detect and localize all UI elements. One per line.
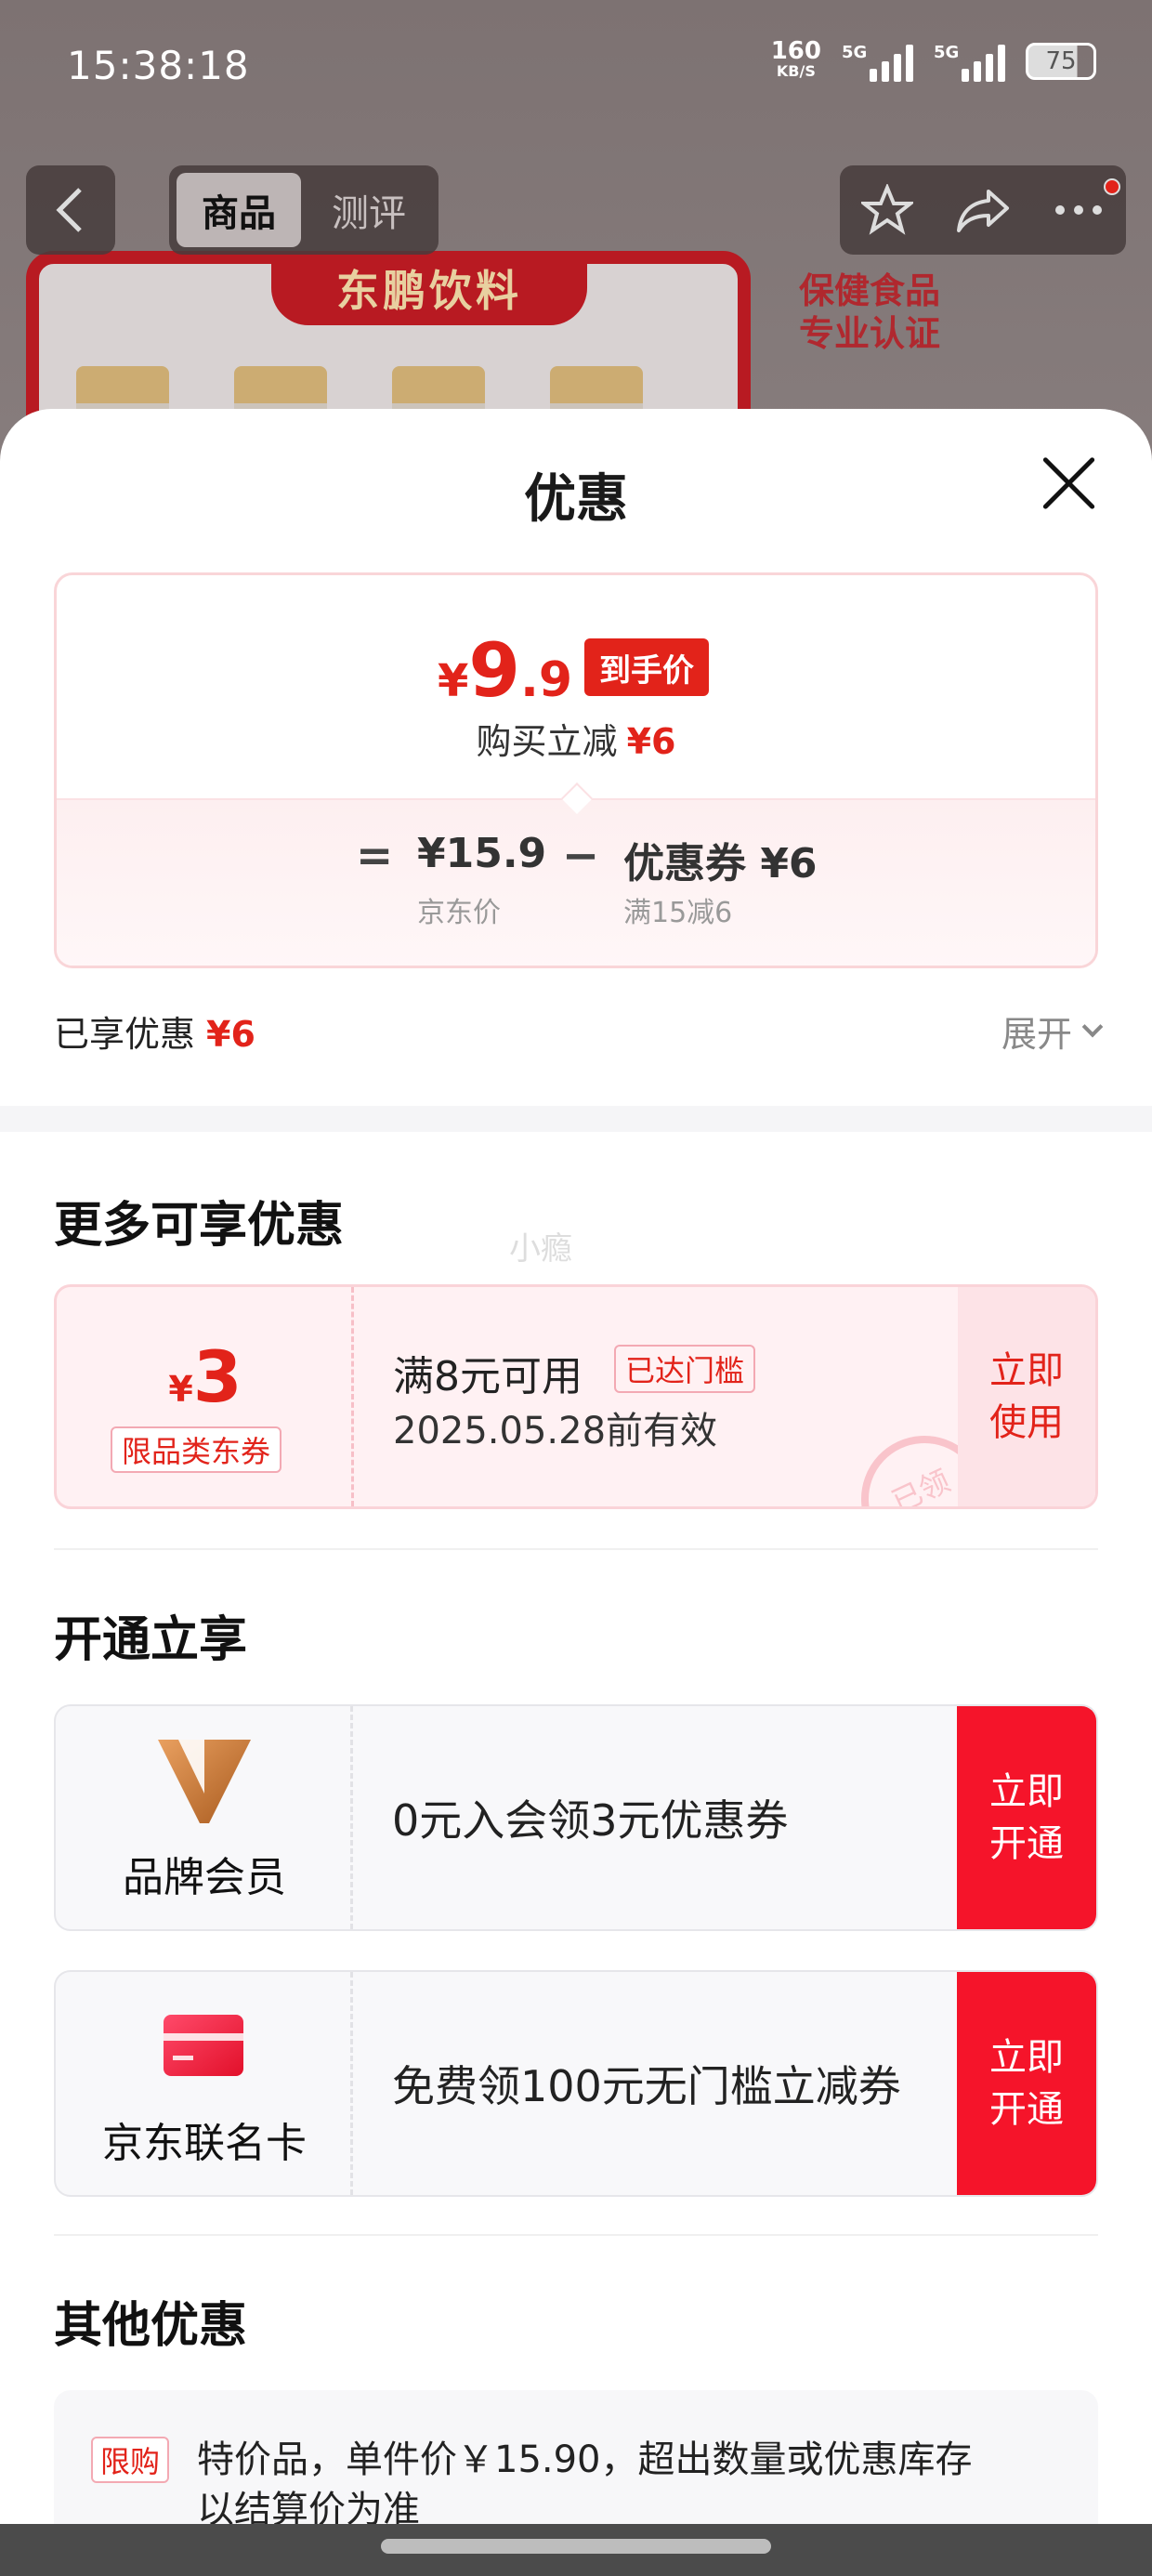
membership-title: 开通立享 — [54, 1612, 248, 1668]
brand-member-card: 品牌会员 0元入会领3元优惠券 立即 开通 — [54, 1704, 1098, 1931]
join-member-button[interactable]: 立即 开通 — [957, 1706, 1096, 1929]
threshold-badge: 已达门槛 — [614, 1345, 756, 1393]
battery-icon: 75 — [1026, 43, 1096, 80]
coupon-rule: 满15减6 — [623, 897, 733, 929]
divider — [54, 1548, 1098, 1550]
signal-icon: 5G — [842, 41, 913, 82]
product-toolbar — [840, 165, 1126, 255]
jd-price-label: 京东价 — [417, 897, 501, 929]
network-speed: 160 KB/S — [770, 37, 821, 80]
sheet-title: 优惠 — [524, 469, 628, 530]
banner-text: 专业认证 — [799, 313, 941, 354]
final-price-area: ¥ 9 .9 到手价 购买立减 ¥6 — [57, 575, 1095, 798]
product-nav-bar: 商品 测评 — [26, 165, 1126, 255]
coupon-deduction: 优惠券 ¥6 — [623, 840, 818, 887]
coupon-value: ¥3 限品类东券 — [57, 1287, 354, 1506]
reduce-line: 购买立减 ¥6 — [476, 721, 676, 762]
discount-sheet: 优惠 ¥ 9 .9 到手价 购买立减 ¥6 = ¥15.9 京东价 − 优惠券 ¥… — [0, 409, 1152, 2576]
signal-icon: 5G — [934, 41, 1005, 82]
tab-product[interactable]: 商品 — [177, 173, 301, 247]
brand-logo: 东鹏饮料 — [271, 251, 587, 325]
divider — [54, 2234, 1098, 2236]
status-bar: 15:38:18 160 KB/S 5G 5G 75 — [0, 0, 1152, 139]
brand-member-icon — [158, 1740, 251, 1823]
card-offer-text: 免费领100元无门槛立减券 — [392, 2061, 901, 2111]
back-button[interactable] — [26, 165, 115, 255]
apply-card-button[interactable]: 立即 开通 — [957, 1972, 1096, 2195]
price-summary-card: ¥ 9 .9 到手价 购买立减 ¥6 = ¥15.9 京东价 − 优惠券 ¥6 满… — [54, 572, 1098, 968]
coupon-card: ¥3 限品类东券 满8元可用 已达门槛 2025.05.28前有效 已领 立即 … — [54, 1284, 1098, 1509]
final-price-tag: 到手价 — [584, 638, 709, 696]
price-formula: = ¥15.9 京东价 − 优惠券 ¥6 满15减6 — [57, 798, 1095, 966]
coupon-condition: 满8元可用 — [393, 1353, 583, 1400]
co-brand-card: 京东联名卡 免费领100元无门槛立减券 立即 开通 — [54, 1970, 1098, 2197]
home-indicator[interactable] — [381, 2539, 771, 2554]
member-offer-text: 0元入会领3元优惠券 — [392, 1795, 789, 1846]
final-price: ¥ 9 .9 — [438, 627, 573, 714]
more-icon[interactable] — [1053, 203, 1105, 217]
coupon-validity: 2025.05.28前有效 — [393, 1410, 718, 1452]
chevron-left-icon — [56, 188, 82, 232]
minus-sign: − — [562, 830, 600, 882]
watermark: 小瘾 — [509, 1230, 572, 1268]
use-coupon-button[interactable]: 立即 使用 — [958, 1287, 1095, 1506]
product-tabs: 商品 测评 — [169, 165, 439, 255]
star-icon[interactable] — [860, 184, 913, 236]
status-time: 15:38:18 — [67, 43, 250, 88]
share-icon[interactable] — [955, 186, 1011, 234]
coupon-amount: ¥3 — [168, 1335, 242, 1418]
section-divider — [0, 1106, 1152, 1132]
tab-review[interactable]: 测评 — [307, 173, 431, 247]
coupon-type-tag: 限品类东券 — [111, 1426, 282, 1473]
limit-text: 特价品，单件价￥15.90，超出数量或优惠库存以结算价为准 — [197, 2438, 973, 2531]
status-icons: 160 KB/S 5G 5G 75 — [770, 37, 1096, 82]
credit-card-icon — [164, 2015, 243, 2076]
limit-tag: 限购 — [91, 2437, 170, 2483]
other-offers-title: 其他优惠 — [54, 2298, 248, 2354]
banner-text: 保健食品 — [799, 270, 941, 311]
expand-button[interactable]: 展开 — [1001, 1005, 1104, 1057]
enjoyed-discount: 已享优惠 ¥6 — [54, 1014, 255, 1055]
more-offers-title: 更多可享优惠 — [54, 1198, 345, 1254]
close-icon[interactable] — [1039, 453, 1098, 513]
certification-banner: 保健食品 专业认证 — [799, 269, 940, 355]
chevron-down-icon — [1081, 1016, 1104, 1037]
notification-dot — [1104, 178, 1120, 195]
equals-sign: = — [356, 830, 394, 882]
jd-price: ¥15.9 — [417, 830, 547, 877]
